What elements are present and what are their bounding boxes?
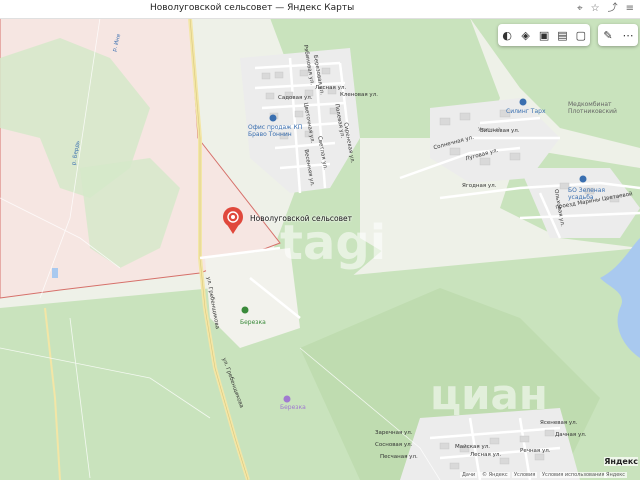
street-label: Ясеневая ул. xyxy=(540,420,578,426)
poi-label[interactable]: Медкомбинат Плотниковский xyxy=(568,101,628,115)
square-icon[interactable]: ▢ xyxy=(572,25,590,45)
area-label: Уютный xyxy=(478,127,501,133)
street-label: Сосновая ул. xyxy=(375,442,413,448)
poi-label[interactable]: Силинг Тарх xyxy=(506,108,546,115)
share-icon[interactable]: ⤴ xyxy=(608,2,618,16)
menu-icon[interactable]: ≡ xyxy=(626,2,634,16)
street-label: Речная ул. xyxy=(520,448,551,454)
title-bar: Новолуговской сельсовет — Яндекс Карты ⌖… xyxy=(0,0,640,19)
footer-item: © Яндекс xyxy=(480,472,510,478)
transport-icon[interactable]: ▣ xyxy=(535,25,553,45)
yandex-logo: Яндекс xyxy=(604,457,638,466)
pond-water xyxy=(52,268,58,278)
poi-marker-icon[interactable] xyxy=(579,175,587,183)
ruler-icon[interactable]: ✎ xyxy=(598,25,618,45)
street-label: Ягодная ул. xyxy=(462,183,497,189)
panorama-icon[interactable]: ◈ xyxy=(516,25,534,45)
poi-label[interactable]: Офис продаж КП Браво Тоннин xyxy=(248,124,308,138)
map-tools-toolbar: ✎ ⋯ xyxy=(598,24,638,46)
street-label: Майская ул. xyxy=(455,444,490,450)
street-label: Дачная ул. xyxy=(555,432,587,438)
footer-link[interactable]: Яндекс xyxy=(604,472,628,478)
map-window: Новолуговской сельсовет — Яндекс Карты ⌖… xyxy=(0,0,640,480)
poi-marker-icon[interactable] xyxy=(241,306,249,314)
map-footer: Дачи © Яндекс Условия Условия использова… xyxy=(0,468,640,480)
map-layers-toolbar: ◐ ◈ ▣ ▤ ▢ xyxy=(498,24,590,46)
footer-item: Дачи xyxy=(460,472,478,478)
poi-marker-icon[interactable] xyxy=(269,114,277,122)
bookmark-icon[interactable]: ☆ xyxy=(591,2,600,16)
window-title: Новолуговской сельсовет — Яндекс Карты xyxy=(150,3,355,13)
street-label: Песчаная ул. xyxy=(380,454,418,460)
poi-label[interactable]: Березка xyxy=(240,319,266,326)
street-label: Лесная ул. xyxy=(470,452,502,458)
footer-link[interactable]: Условия xyxy=(512,472,538,478)
more-icon[interactable]: ⋯ xyxy=(618,25,638,45)
location-icon[interactable]: ⌖ xyxy=(577,2,583,16)
avito-watermark: tagi xyxy=(280,215,387,271)
street-label: Заречная ул. xyxy=(375,430,413,436)
street-label: Кленовая ул. xyxy=(340,92,378,98)
layers-icon[interactable]: ◐ xyxy=(498,25,516,45)
poi-marker-icon[interactable] xyxy=(283,395,291,403)
titlebar-icons: ⌖ ☆ ⤴ ≡ xyxy=(577,2,634,16)
poi-marker-icon[interactable] xyxy=(519,98,527,106)
street-label: Садовая ул. xyxy=(278,95,313,101)
bus-icon[interactable]: ▤ xyxy=(553,25,571,45)
footer-link[interactable]: Условия использования xyxy=(540,472,607,478)
cian-watermark: циан xyxy=(430,370,548,419)
poi-label[interactable]: Березка xyxy=(280,404,306,411)
